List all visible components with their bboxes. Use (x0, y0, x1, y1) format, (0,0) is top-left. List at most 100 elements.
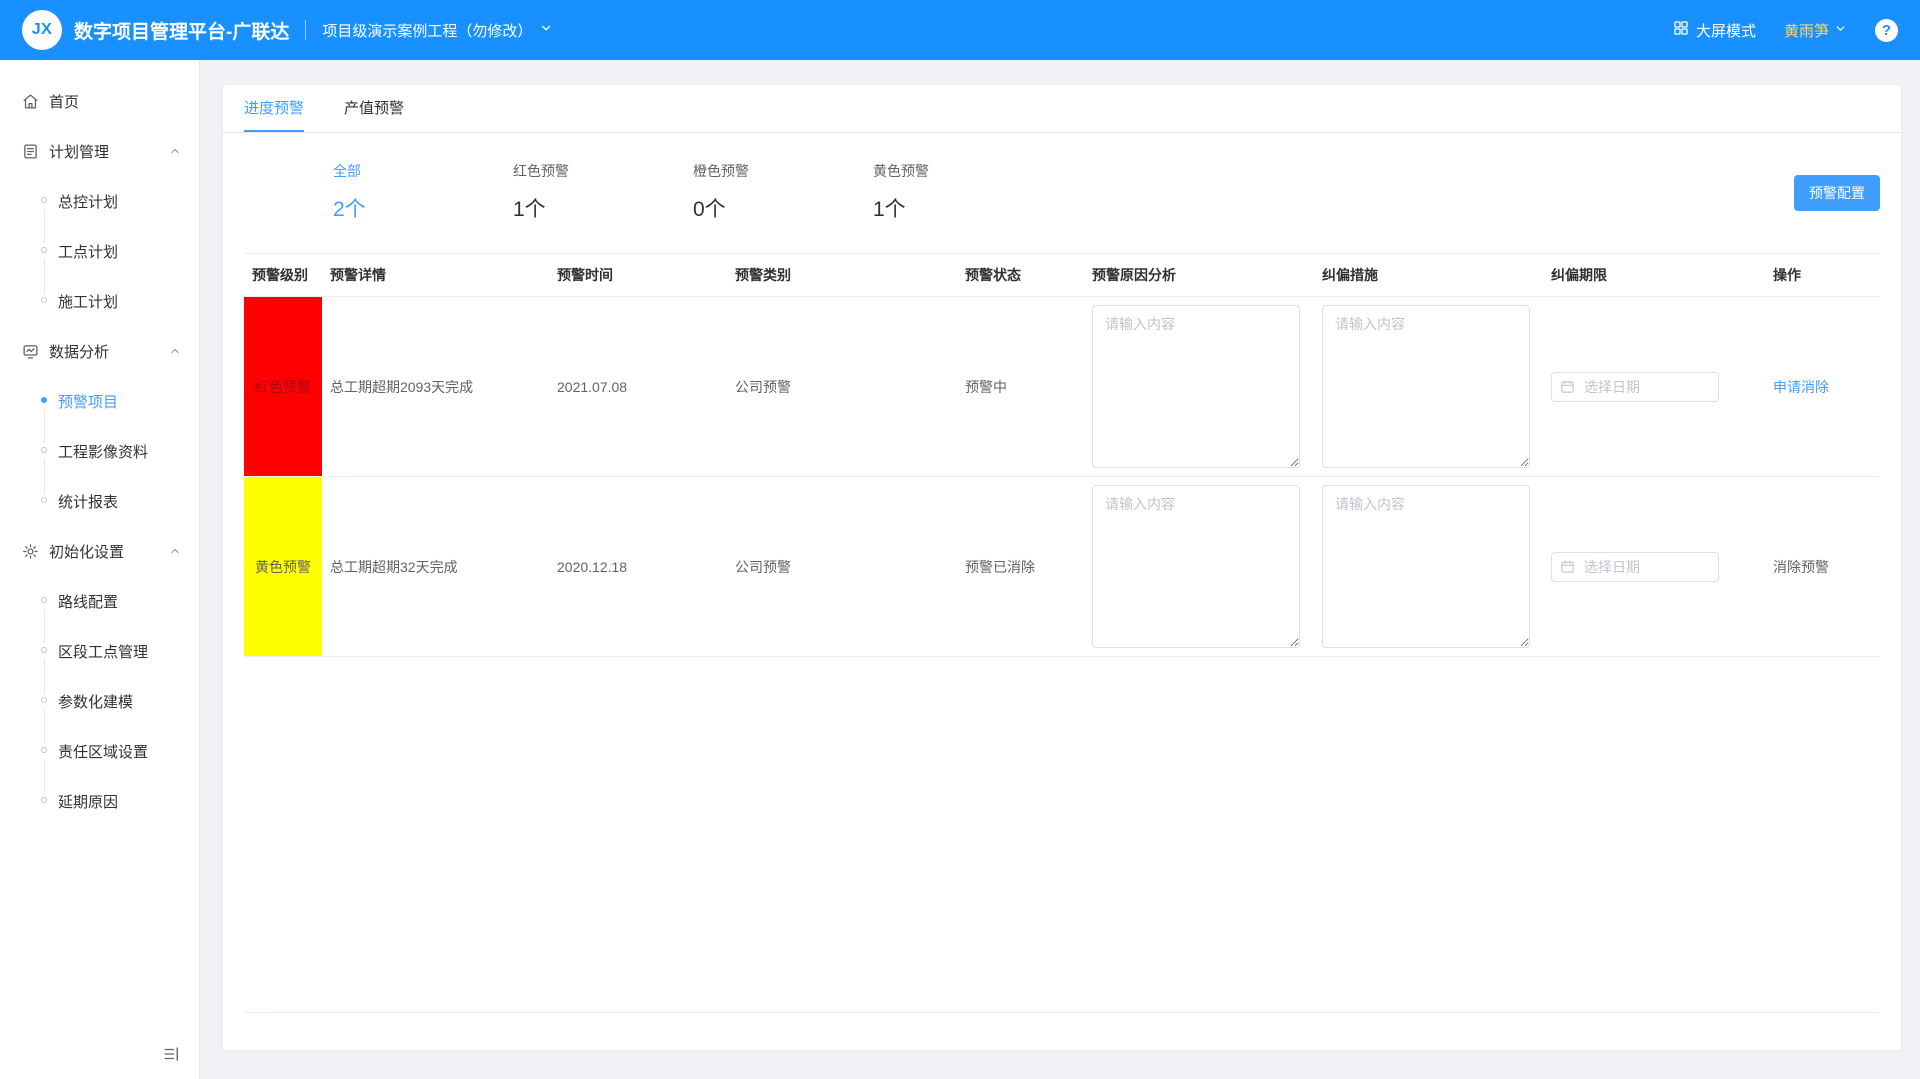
deadline-date-input[interactable] (1551, 372, 1719, 402)
col-header-time: 预警时间 (549, 254, 727, 296)
col-header-category: 预警类别 (727, 254, 957, 296)
deadline-date-picker (1551, 552, 1719, 582)
alert-card: 进度预警 产值预警 全部 2个 红色预警 1个 橙色预警 0个 (222, 84, 1902, 1051)
sidebar-item-label: 预警项目 (58, 391, 118, 412)
stat-all[interactable]: 全部 2个 (333, 161, 513, 223)
table-row: 黄色预警 总工期超期32天完成 2020.12.18 公司预警 预警已消除 (244, 477, 1880, 657)
chevron-up-icon (169, 145, 181, 157)
card-footer (223, 1012, 1901, 1050)
sidebar-item-section-site-management[interactable]: 区段工点管理 (0, 626, 199, 676)
app-title: 数字项目管理平台-广联达 (74, 17, 289, 44)
sidebar-item-route-config[interactable]: 路线配置 (0, 576, 199, 626)
bullet-icon (41, 747, 47, 753)
bullet-icon (41, 447, 47, 453)
sidebar-item-parametric-modeling[interactable]: 参数化建模 (0, 676, 199, 726)
alert-detail: 总工期超期32天完成 (330, 557, 458, 577)
clear-alert-action[interactable]: 消除预警 (1773, 557, 1829, 577)
sidebar-item-master-plan[interactable]: 总控计划 (0, 176, 199, 226)
sidebar-group-label: 初始化设置 (49, 541, 124, 562)
alert-level-cell: 红色预警 (244, 297, 322, 476)
header-divider (305, 20, 306, 40)
bullet-icon (41, 197, 47, 203)
bullet-icon (41, 247, 47, 253)
stat-label: 橙色预警 (693, 161, 873, 181)
stat-yellow-alert[interactable]: 黄色预警 1个 (873, 161, 1053, 223)
alert-category: 公司预警 (735, 557, 791, 577)
help-icon[interactable]: ? (1875, 19, 1898, 42)
sidebar-item-label: 参数化建模 (58, 691, 133, 712)
sidebar-item-label: 工程影像资料 (58, 441, 148, 462)
col-header-action: 操作 (1765, 254, 1880, 296)
chevron-down-icon (1834, 22, 1847, 39)
big-screen-mode-button[interactable]: 大屏模式 (1673, 20, 1756, 41)
alert-category: 公司预警 (735, 377, 791, 397)
plan-icon (22, 143, 39, 160)
alert-time: 2020.12.18 (557, 559, 627, 575)
corrective-measure-textarea[interactable] (1322, 305, 1530, 468)
alert-time: 2021.07.08 (557, 379, 627, 395)
logo-text: JX (32, 21, 53, 39)
sidebar-item-responsibility-area[interactable]: 责任区域设置 (0, 726, 199, 776)
col-header-measure: 纠偏措施 (1314, 254, 1543, 296)
alert-status: 预警已消除 (965, 557, 1035, 577)
bullet-icon (41, 597, 47, 603)
chevron-up-icon (169, 345, 181, 357)
tab-output-alert[interactable]: 产值预警 (344, 85, 404, 132)
alert-reason-textarea[interactable] (1092, 305, 1300, 468)
sidebar-item-label: 责任区域设置 (58, 741, 148, 762)
sidebar-item-alert-project[interactable]: 预警项目 (0, 376, 199, 426)
sidebar-group-init-settings[interactable]: 初始化设置 (0, 526, 199, 576)
sidebar: 首页 计划管理 总控计划 工点计划 (0, 60, 200, 1079)
alert-status: 预警中 (965, 377, 1007, 397)
bullet-icon (41, 697, 47, 703)
header-right: 大屏模式 黄雨笋 ? (1673, 19, 1898, 42)
project-selector[interactable]: 项目级演示案例工程（勿修改） (322, 20, 553, 41)
sidebar-item-delay-reason[interactable]: 延期原因 (0, 776, 199, 826)
top-header: JX 数字项目管理平台-广联达 项目级演示案例工程（勿修改） 大屏模式 黄雨笋 (0, 0, 1920, 60)
username: 黄雨笋 (1784, 20, 1829, 41)
sidebar-item-home[interactable]: 首页 (0, 76, 199, 126)
col-header-detail: 预警详情 (322, 254, 549, 296)
sidebar-submenu-plan: 总控计划 工点计划 施工计划 (0, 176, 199, 326)
sidebar-collapse-button[interactable] (159, 1041, 185, 1067)
apply-clear-alert-link[interactable]: 申请消除 (1773, 377, 1829, 397)
app-root: JX 数字项目管理平台-广联达 项目级演示案例工程（勿修改） 大屏模式 黄雨笋 (0, 0, 1920, 1079)
stat-value: 1个 (513, 193, 693, 223)
sidebar-group-plan[interactable]: 计划管理 (0, 126, 199, 176)
stat-red-alert[interactable]: 红色预警 1个 (513, 161, 693, 223)
app-logo: JX (22, 10, 62, 50)
sidebar-submenu-init-settings: 路线配置 区段工点管理 参数化建模 责任区域设置 延期原因 (0, 576, 199, 826)
sidebar-item-label: 首页 (49, 91, 79, 112)
sidebar-group-data-analysis[interactable]: 数据分析 (0, 326, 199, 376)
sidebar-group-label: 计划管理 (49, 141, 109, 162)
alert-level-badge: 红色预警 (244, 297, 322, 476)
table-row: 红色预警 总工期超期2093天完成 2021.07.08 公司预警 预警中 (244, 297, 1880, 477)
alert-config-button[interactable]: 预警配置 (1794, 175, 1880, 211)
col-header-level: 预警级别 (244, 254, 322, 296)
stat-label: 红色预警 (513, 161, 693, 181)
bullet-icon (41, 497, 47, 503)
sidebar-item-statistics-report[interactable]: 统计报表 (0, 476, 199, 526)
screen-grid-icon (1673, 20, 1689, 40)
alert-level-badge: 黄色预警 (244, 477, 322, 656)
sidebar-item-project-imagery[interactable]: 工程影像资料 (0, 426, 199, 476)
stat-label: 全部 (333, 161, 513, 181)
user-menu[interactable]: 黄雨笋 (1784, 20, 1847, 41)
col-header-deadline: 纠偏期限 (1543, 254, 1765, 296)
alert-reason-textarea[interactable] (1092, 485, 1300, 648)
table-header-row: 预警级别 预警详情 预警时间 预警类别 预警状态 预警原因分析 纠偏措施 纠偏期… (244, 254, 1880, 297)
stat-value: 1个 (873, 193, 1053, 223)
sidebar-item-label: 施工计划 (58, 291, 118, 312)
tab-progress-alert[interactable]: 进度预警 (244, 85, 304, 132)
footer-divider (244, 1012, 1880, 1013)
sidebar-item-site-plan[interactable]: 工点计划 (0, 226, 199, 276)
alert-level-cell: 黄色预警 (244, 477, 322, 656)
deadline-date-picker (1551, 372, 1719, 402)
help-glyph: ? (1882, 22, 1891, 39)
stat-value: 0个 (693, 193, 873, 223)
col-header-status: 预警状态 (957, 254, 1084, 296)
stat-orange-alert[interactable]: 橙色预警 0个 (693, 161, 873, 223)
corrective-measure-textarea[interactable] (1322, 485, 1530, 648)
deadline-date-input[interactable] (1551, 552, 1719, 582)
sidebar-item-construction-plan[interactable]: 施工计划 (0, 276, 199, 326)
